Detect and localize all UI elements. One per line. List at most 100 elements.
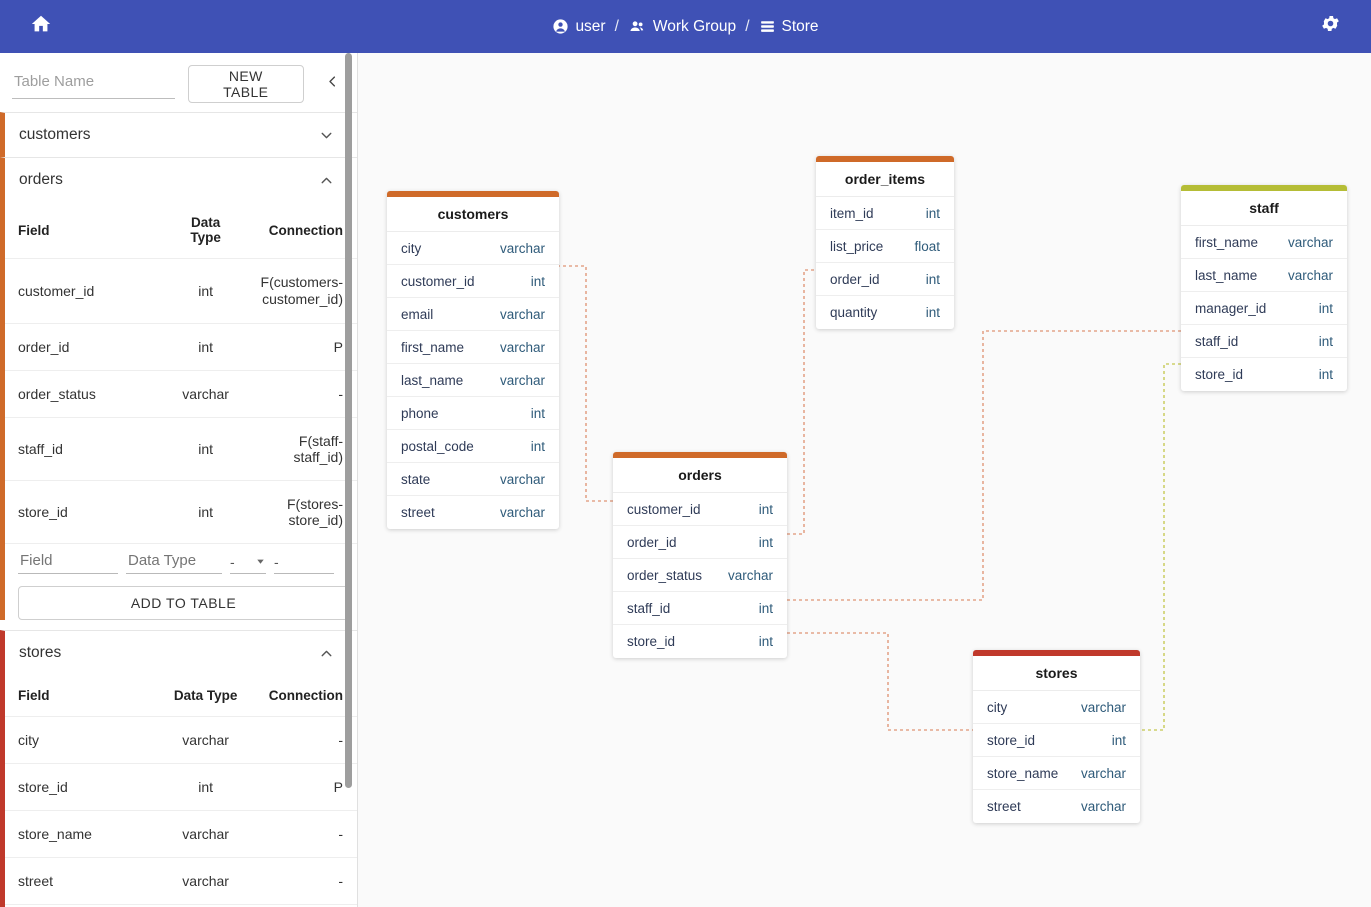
table-field-row[interactable]: store_name varchar bbox=[973, 757, 1140, 790]
sidebar-panel-stores: stores Field Data Type Connection city v… bbox=[0, 630, 357, 907]
sidebar-panel-header-orders[interactable]: orders bbox=[5, 158, 357, 202]
table-field-row[interactable]: first_name varchar bbox=[387, 331, 559, 364]
field-type: int bbox=[925, 205, 940, 221]
table-name-input[interactable] bbox=[12, 68, 175, 99]
add-to-table-button[interactable]: ADD TO TABLE bbox=[18, 586, 349, 621]
cell-field: customer_id bbox=[5, 257, 153, 324]
table-row[interactable]: city varchar - bbox=[5, 716, 357, 764]
top-app-bar: user / Work Group / Store bbox=[0, 0, 1371, 53]
connection-orders-order-items bbox=[787, 269, 816, 535]
cell-connection: P bbox=[258, 763, 357, 811]
table-row[interactable]: order_id int P bbox=[5, 323, 357, 371]
reference-select[interactable]: - bbox=[274, 554, 334, 575]
chevron-down-icon[interactable] bbox=[318, 127, 335, 144]
breadcrumb-item-user[interactable]: user bbox=[552, 17, 606, 36]
new-table-button[interactable]: NEW TABLE bbox=[188, 64, 304, 103]
cell-field: city bbox=[5, 716, 153, 764]
breadcrumb-item-work-group[interactable]: Work Group bbox=[628, 18, 736, 36]
field-name: city bbox=[987, 699, 1008, 715]
field-name: street bbox=[987, 799, 1021, 814]
table-field-row[interactable]: postal_code int bbox=[387, 430, 559, 463]
table-field-row[interactable]: list_price float bbox=[816, 230, 954, 263]
column-header-connection: Connection bbox=[268, 222, 343, 238]
column-header-field: Field bbox=[18, 688, 50, 704]
sidebar-panel-header-customers[interactable]: customers bbox=[5, 113, 357, 157]
field-name: order_id bbox=[830, 271, 880, 287]
table-row[interactable]: street varchar - bbox=[5, 857, 357, 905]
key-type-select[interactable]: - bbox=[230, 554, 266, 575]
sidebar-scrollbar-thumb[interactable] bbox=[345, 53, 352, 788]
field-name: staff_id bbox=[627, 600, 671, 616]
connection-orders-stores bbox=[787, 632, 973, 731]
table-field-row[interactable]: customer_id int bbox=[613, 493, 787, 526]
group-icon bbox=[628, 18, 647, 35]
field-type: varchar bbox=[499, 339, 545, 355]
table-field-row[interactable]: order_id int bbox=[613, 526, 787, 559]
field-name: store_id bbox=[1195, 367, 1244, 382]
field-type: varchar bbox=[1080, 799, 1126, 814]
field-name: last_name bbox=[401, 372, 464, 388]
table-field-row[interactable]: order_status varchar bbox=[613, 559, 787, 592]
sidebar-panel-title-orders: orders bbox=[19, 171, 63, 188]
table-field-row[interactable]: customer_id int bbox=[387, 265, 559, 298]
table-row[interactable]: store_id int P bbox=[5, 763, 357, 811]
settings-button[interactable] bbox=[1308, 4, 1352, 48]
field-type: int bbox=[758, 534, 773, 550]
field-type: int bbox=[758, 600, 773, 616]
table-field-row[interactable]: staff_id int bbox=[1181, 325, 1347, 358]
table-field-row[interactable]: store_id int bbox=[1181, 358, 1347, 391]
table-field-row[interactable]: last_name varchar bbox=[1181, 259, 1347, 292]
table-field-row[interactable]: state varchar bbox=[387, 463, 559, 496]
table-field-row[interactable]: store_id int bbox=[973, 724, 1140, 757]
home-button[interactable] bbox=[19, 5, 63, 49]
cell-connection: - bbox=[258, 810, 357, 858]
field-name: store_name bbox=[987, 765, 1059, 781]
table-field-row[interactable]: phone int bbox=[387, 397, 559, 430]
diagram-table-orders[interactable]: orders customer_id int order_id int order_… bbox=[613, 452, 787, 658]
table-field-row[interactable]: manager_id int bbox=[1181, 292, 1347, 325]
table-field-row[interactable]: street varchar bbox=[973, 790, 1140, 823]
table-field-row[interactable]: staff_id int bbox=[613, 592, 787, 625]
table-field-row[interactable]: item_id int bbox=[816, 197, 954, 230]
sidebar-panel-header-stores[interactable]: stores bbox=[5, 631, 357, 675]
list-icon bbox=[759, 18, 776, 35]
diagram-table-order-items[interactable]: order_items item_id int list_price float o… bbox=[816, 156, 954, 329]
new-field-input[interactable] bbox=[18, 551, 118, 575]
diagram-table-customers[interactable]: customers city varchar customer_id int ema… bbox=[387, 191, 559, 529]
table-field-row[interactable]: city varchar bbox=[973, 691, 1140, 724]
chevron-up-icon[interactable] bbox=[318, 172, 335, 189]
field-name: order_id bbox=[627, 534, 677, 550]
field-name: staff_id bbox=[1195, 333, 1239, 349]
table-field-row[interactable]: quantity int bbox=[816, 296, 954, 329]
cell-type: int bbox=[152, 480, 259, 544]
table-row[interactable]: staff_id int F(staff-staff_id) bbox=[5, 417, 357, 481]
breadcrumb-separator-2: / bbox=[745, 17, 750, 35]
table-field-row[interactable]: last_name varchar bbox=[387, 364, 559, 397]
table-row[interactable]: store_id int F(stores-store_id) bbox=[5, 480, 357, 544]
field-type: float bbox=[914, 238, 940, 254]
table-field-row[interactable]: order_id int bbox=[816, 263, 954, 296]
breadcrumb-label-user: user bbox=[575, 17, 606, 35]
diagram-table-staff[interactable]: staff first_name varchar last_name varchar… bbox=[1181, 185, 1347, 391]
cell-type: varchar bbox=[152, 370, 259, 418]
table-row[interactable]: order_status varchar - bbox=[5, 370, 357, 418]
chevron-up-icon[interactable] bbox=[318, 645, 335, 662]
table-row[interactable]: store_name varchar - bbox=[5, 810, 357, 858]
field-type: varchar bbox=[1080, 765, 1126, 781]
table-field-row[interactable]: store_id int bbox=[613, 625, 787, 658]
table-row[interactable]: customer_id int F(customers-customer_id) bbox=[5, 257, 357, 324]
collapse-sidebar-button[interactable] bbox=[320, 71, 345, 97]
table-field-row[interactable]: city varchar bbox=[387, 232, 559, 265]
table-field-row[interactable]: street varchar bbox=[387, 496, 559, 529]
field-type: varchar bbox=[499, 306, 545, 322]
new-data-type-input[interactable] bbox=[126, 551, 222, 575]
field-name: phone bbox=[401, 405, 439, 421]
diagram-table-stores[interactable]: stores city varchar store_id int store_nam… bbox=[973, 650, 1140, 823]
field-name: item_id bbox=[830, 205, 874, 221]
person-icon bbox=[552, 18, 569, 35]
table-field-row[interactable]: email varchar bbox=[387, 298, 559, 331]
diagram-canvas[interactable]: customers city varchar customer_id int ema… bbox=[358, 53, 1371, 907]
table-field-row[interactable]: first_name varchar bbox=[1181, 226, 1347, 259]
breadcrumb-item-store[interactable]: Store bbox=[759, 18, 819, 36]
field-name: quantity bbox=[830, 305, 878, 320]
